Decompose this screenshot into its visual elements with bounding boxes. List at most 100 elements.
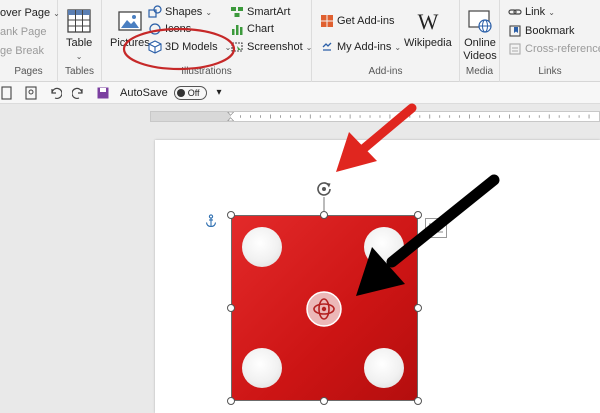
chart-label: Chart: [247, 23, 274, 35]
cover-page-button[interactable]: over Page ⌄: [0, 7, 60, 19]
my-addins-icon: [322, 42, 332, 51]
save-icon[interactable]: [96, 86, 110, 100]
die-pip: [364, 348, 404, 388]
illustrations-group-label: Illustrations: [181, 66, 232, 77]
resize-handle-bottom-right[interactable]: [414, 397, 422, 405]
resize-handle-left[interactable]: [227, 304, 235, 312]
wikipedia-button[interactable]: W Wikipedia: [404, 8, 452, 50]
die-pip: [364, 227, 404, 267]
store-icon: [321, 15, 333, 27]
rotate-icon[interactable]: [315, 180, 333, 198]
resize-handle-bottom-left[interactable]: [227, 397, 235, 405]
svg-text:W: W: [417, 9, 438, 34]
die-pip: [242, 227, 282, 267]
online-videos-label-line1: Online: [464, 37, 496, 49]
rotate-stem: [323, 197, 325, 211]
resize-handle-top-right[interactable]: [414, 211, 422, 219]
icons-label: Icons: [165, 23, 192, 35]
online-videos-label-line2: Videos: [463, 50, 497, 62]
bookmark-icon: [509, 25, 521, 37]
chart-button[interactable]: Chart: [230, 22, 274, 36]
pictures-icon: [118, 11, 142, 31]
shapes-button[interactable]: Shapes ⌄: [148, 5, 212, 19]
addins-group: Get Add-ins My Add-ins ⌄ W Wikipedia Add…: [312, 0, 460, 82]
wikipedia-label: Wikipedia: [404, 37, 452, 49]
resize-handle-bottom[interactable]: [320, 397, 328, 405]
cross-reference-label: Cross-reference: [525, 43, 600, 55]
3d-models-label: 3D Models: [165, 41, 218, 53]
chart-icon: [232, 25, 243, 35]
chevron-down-icon: ⌄: [205, 7, 213, 17]
layout-options-icon[interactable]: [425, 218, 447, 238]
screenshot-label: Screenshot: [247, 41, 303, 53]
smartart-label: SmartArt: [247, 6, 291, 18]
pictures-label: Pictures: [110, 37, 150, 49]
table-button[interactable]: Table ⌄: [66, 8, 92, 63]
cross-reference-button[interactable]: Cross-reference: [508, 42, 600, 56]
chevron-down-icon: ⌄: [75, 52, 83, 61]
customize-qat-icon[interactable]: ▾: [217, 87, 222, 98]
ruler-area: [0, 104, 600, 128]
3d-rotate-icon[interactable]: [305, 290, 343, 328]
chevron-down-icon: ⌄: [548, 7, 555, 17]
autosave-state: Off: [187, 87, 200, 98]
link-label: Link: [525, 6, 546, 18]
media-group: Online Videos Media: [460, 0, 500, 82]
online-video-icon: [468, 10, 492, 33]
table-icon: [67, 9, 91, 33]
online-videos-button[interactable]: Online Videos: [462, 8, 498, 63]
link-button[interactable]: Link ⌄: [508, 5, 555, 19]
autosave-toggle[interactable]: Off: [173, 85, 207, 100]
blank-page-button[interactable]: ank Page: [0, 26, 46, 38]
my-addins-label: My Add-ins: [337, 41, 392, 53]
icons-icon: [149, 23, 161, 35]
screenshot-button[interactable]: Screenshot ⌄: [230, 40, 312, 54]
quick-access-toolbar: AutoSave Off ▾: [0, 82, 600, 104]
media-group-label: Media: [465, 66, 494, 77]
smartart-button[interactable]: SmartArt: [230, 5, 290, 19]
blank-page-label: ank Page: [0, 26, 47, 38]
wikipedia-icon: W: [417, 9, 438, 34]
shapes-label: Shapes: [165, 6, 203, 18]
addins-group-label: Add-ins: [368, 66, 403, 77]
3d-models-icon: [148, 40, 162, 54]
illustrations-group: Pictures Shapes ⌄ Icons 3D Models ⌄ Smar…: [102, 0, 312, 82]
pictures-button[interactable]: Pictures: [110, 8, 150, 50]
page-break-label: ge Break: [0, 45, 45, 57]
3d-models-button[interactable]: 3D Models ⌄: [148, 40, 231, 54]
page-break-button[interactable]: ge Break: [0, 45, 44, 57]
screenshot-icon: [231, 42, 243, 52]
smartart-icon: [231, 7, 243, 17]
my-addins-button[interactable]: My Add-ins ⌄: [320, 40, 401, 54]
bookmark-label: Bookmark: [525, 25, 575, 37]
resize-handle-right[interactable]: [414, 304, 422, 312]
undo-icon[interactable]: [48, 86, 62, 100]
print-preview-icon[interactable]: [24, 85, 38, 100]
tables-group-label: Tables: [65, 66, 94, 77]
pages-group: over Page ⌄ ank Page ge Break Pages: [0, 0, 60, 82]
horizontal-ruler[interactable]: [150, 111, 600, 122]
resize-handle-top-left[interactable]: [227, 211, 235, 219]
shapes-icon: [148, 5, 162, 18]
tables-group: Table ⌄ Tables: [58, 0, 102, 82]
autosave-label: AutoSave: [120, 86, 168, 99]
page-icon[interactable]: [0, 85, 14, 100]
bookmark-button[interactable]: Bookmark: [508, 24, 575, 38]
get-addins-label: Get Add-ins: [337, 15, 395, 27]
toggle-knob: [176, 88, 185, 97]
icons-button[interactable]: Icons: [148, 22, 191, 36]
die-pip: [242, 348, 282, 388]
ribbon: over Page ⌄ ank Page ge Break Pages Tabl…: [0, 0, 600, 82]
anchor-icon[interactable]: [204, 214, 218, 228]
link-icon: [508, 9, 522, 15]
cover-page-label: over Page: [0, 7, 51, 19]
links-group-label: Links: [538, 66, 562, 77]
get-addins-button[interactable]: Get Add-ins: [320, 14, 394, 28]
redo-icon[interactable]: [72, 86, 86, 100]
pages-group-label: Pages: [14, 66, 43, 77]
cross-reference-icon: [509, 43, 521, 55]
table-label: Table: [66, 37, 93, 49]
resize-handle-top[interactable]: [320, 211, 328, 219]
links-group: Link ⌄ Bookmark Cross-reference Links: [500, 0, 600, 82]
chevron-down-icon: ⌄: [394, 42, 402, 52]
